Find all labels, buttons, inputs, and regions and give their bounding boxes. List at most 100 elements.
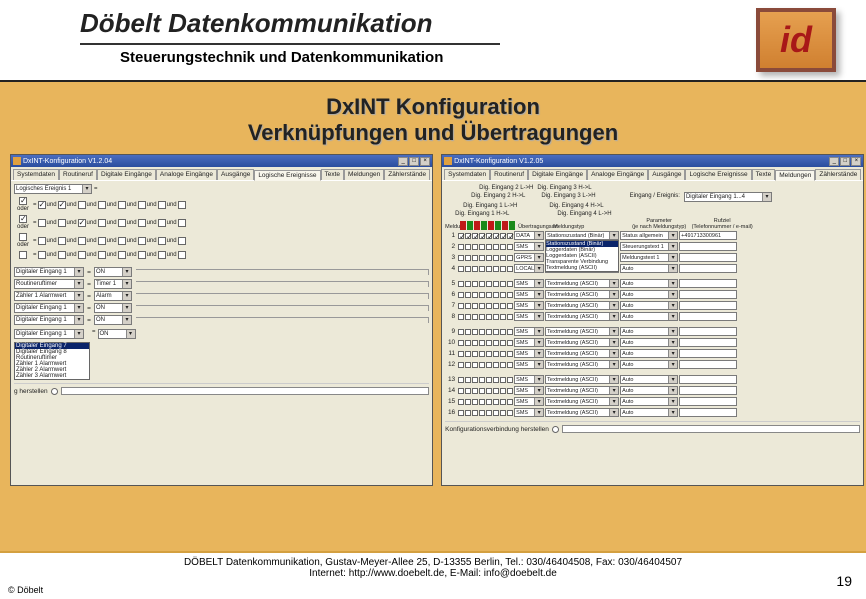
- tab-analoge-eing-nge[interactable]: Analoge Eingänge: [587, 169, 648, 180]
- trigger-checkbox[interactable]: [465, 388, 471, 394]
- uart-select[interactable]: DATA▾: [514, 231, 544, 240]
- trigger-checkbox[interactable]: [479, 410, 485, 416]
- mtyp-select[interactable]: Textmeldung (ASCII)▾: [545, 327, 619, 336]
- trigger-checkbox[interactable]: [507, 388, 513, 394]
- trigger-checkbox[interactable]: [507, 410, 513, 416]
- row-enable-checkbox[interactable]: [19, 197, 27, 205]
- trigger-checkbox[interactable]: [472, 399, 478, 405]
- mtyp-select[interactable]: Textmeldung (ASCII)▾: [545, 349, 619, 358]
- term-checkbox[interactable]: [138, 251, 146, 259]
- trigger-checkbox[interactable]: [493, 351, 499, 357]
- term-checkbox[interactable]: [78, 237, 86, 245]
- param-select[interactable]: Auto▾: [620, 327, 678, 336]
- trigger-checkbox[interactable]: [493, 410, 499, 416]
- term-checkbox[interactable]: [178, 251, 186, 259]
- mtyp-select[interactable]: Textmeldung (ASCII)▾: [545, 301, 619, 310]
- term-checkbox[interactable]: [118, 237, 126, 245]
- minimize-button[interactable]: _: [398, 157, 408, 166]
- mtyp-select[interactable]: Textmeldung (ASCII)▾: [545, 397, 619, 406]
- trigger-checkbox[interactable]: [472, 388, 478, 394]
- trigger-checkbox[interactable]: [479, 377, 485, 383]
- term-checkbox[interactable]: [38, 219, 46, 227]
- trigger-checkbox[interactable]: [479, 266, 485, 272]
- param-select[interactable]: Auto▾: [620, 375, 678, 384]
- value-select[interactable]: Alarm▾: [94, 291, 132, 301]
- tab-digitale-eing-nge[interactable]: Digitale Eingänge: [97, 169, 156, 180]
- rufziel-input[interactable]: [679, 253, 737, 262]
- term-checkbox[interactable]: [58, 201, 66, 209]
- param-select[interactable]: Auto▾: [620, 360, 678, 369]
- trigger-checkbox[interactable]: [486, 244, 492, 250]
- param-select[interactable]: Auto▾: [620, 408, 678, 417]
- trigger-checkbox[interactable]: [507, 314, 513, 320]
- trigger-checkbox[interactable]: [479, 329, 485, 335]
- term-checkbox[interactable]: [178, 201, 186, 209]
- mtyp-select[interactable]: Textmeldung (ASCII)▾: [545, 360, 619, 369]
- trigger-checkbox[interactable]: [500, 281, 506, 287]
- trigger-checkbox[interactable]: [493, 362, 499, 368]
- tab-ausg-nge[interactable]: Ausgänge: [648, 169, 685, 180]
- term-checkbox[interactable]: [78, 201, 86, 209]
- uart-select[interactable]: SMS▾: [514, 408, 544, 417]
- rufziel-input[interactable]: [679, 301, 737, 310]
- trigger-checkbox[interactable]: [458, 303, 464, 309]
- rufziel-input[interactable]: [679, 338, 737, 347]
- trigger-checkbox[interactable]: [507, 377, 513, 383]
- tab-routineruf[interactable]: Routineruf: [490, 169, 528, 180]
- term-checkbox[interactable]: [138, 219, 146, 227]
- trigger-checkbox[interactable]: [493, 233, 499, 239]
- trigger-checkbox[interactable]: [458, 233, 464, 239]
- uart-select[interactable]: SMS▾: [514, 360, 544, 369]
- trigger-checkbox[interactable]: [465, 314, 471, 320]
- uart-select[interactable]: SMS▾: [514, 242, 544, 251]
- extra-input-select[interactable]: Digitaler Eingang 1▾: [14, 329, 84, 339]
- term-checkbox[interactable]: [58, 251, 66, 259]
- rufziel-input[interactable]: [679, 264, 737, 273]
- mtyp-select[interactable]: Textmeldung (ASCII)▾: [545, 290, 619, 299]
- trigger-checkbox[interactable]: [465, 266, 471, 272]
- trigger-checkbox[interactable]: [458, 329, 464, 335]
- mtyp-select[interactable]: Stationszustand (Binär)▾: [545, 231, 619, 240]
- trigger-checkbox[interactable]: [493, 388, 499, 394]
- titlebar-left[interactable]: DxINT-Konfiguration V1.2.04 _ □ ×: [11, 155, 432, 167]
- trigger-checkbox[interactable]: [493, 292, 499, 298]
- term-checkbox[interactable]: [158, 201, 166, 209]
- trigger-checkbox[interactable]: [479, 292, 485, 298]
- connect-radio[interactable]: [51, 388, 58, 395]
- rufziel-input[interactable]: [679, 360, 737, 369]
- trigger-checkbox[interactable]: [493, 329, 499, 335]
- trigger-checkbox[interactable]: [500, 377, 506, 383]
- term-checkbox[interactable]: [158, 219, 166, 227]
- trigger-checkbox[interactable]: [493, 314, 499, 320]
- value-select[interactable]: ON▾: [94, 267, 132, 277]
- uart-select[interactable]: SMS▾: [514, 279, 544, 288]
- trigger-checkbox[interactable]: [458, 266, 464, 272]
- rufziel-input[interactable]: [679, 312, 737, 321]
- trigger-checkbox[interactable]: [500, 266, 506, 272]
- param-select[interactable]: Auto▾: [620, 290, 678, 299]
- tab-logische-ereignisse[interactable]: Logische Ereignisse: [685, 169, 751, 180]
- mtyp-select[interactable]: Textmeldung (ASCII)▾: [545, 386, 619, 395]
- trigger-checkbox[interactable]: [479, 244, 485, 250]
- trigger-checkbox[interactable]: [486, 410, 492, 416]
- trigger-checkbox[interactable]: [479, 281, 485, 287]
- rufziel-input[interactable]: [679, 242, 737, 251]
- input-select[interactable]: Routineruftimer▾: [14, 279, 84, 289]
- trigger-checkbox[interactable]: [500, 292, 506, 298]
- mtyp-select[interactable]: Textmeldung (ASCII)▾: [545, 338, 619, 347]
- trigger-checkbox[interactable]: [493, 266, 499, 272]
- input-select[interactable]: Digitaler Eingang 1▾: [14, 267, 84, 277]
- rufziel-input[interactable]: [679, 349, 737, 358]
- term-checkbox[interactable]: [38, 201, 46, 209]
- trigger-checkbox[interactable]: [472, 377, 478, 383]
- trigger-checkbox[interactable]: [458, 340, 464, 346]
- term-checkbox[interactable]: [58, 237, 66, 245]
- trigger-checkbox[interactable]: [500, 255, 506, 261]
- trigger-checkbox[interactable]: [500, 314, 506, 320]
- trigger-checkbox[interactable]: [472, 292, 478, 298]
- trigger-checkbox[interactable]: [500, 388, 506, 394]
- mtyp-option[interactable]: Textmeldung (ASCII): [546, 265, 618, 271]
- mtyp-select[interactable]: Textmeldung (ASCII)▾: [545, 375, 619, 384]
- param-select[interactable]: Auto▾: [620, 386, 678, 395]
- trigger-checkbox[interactable]: [465, 340, 471, 346]
